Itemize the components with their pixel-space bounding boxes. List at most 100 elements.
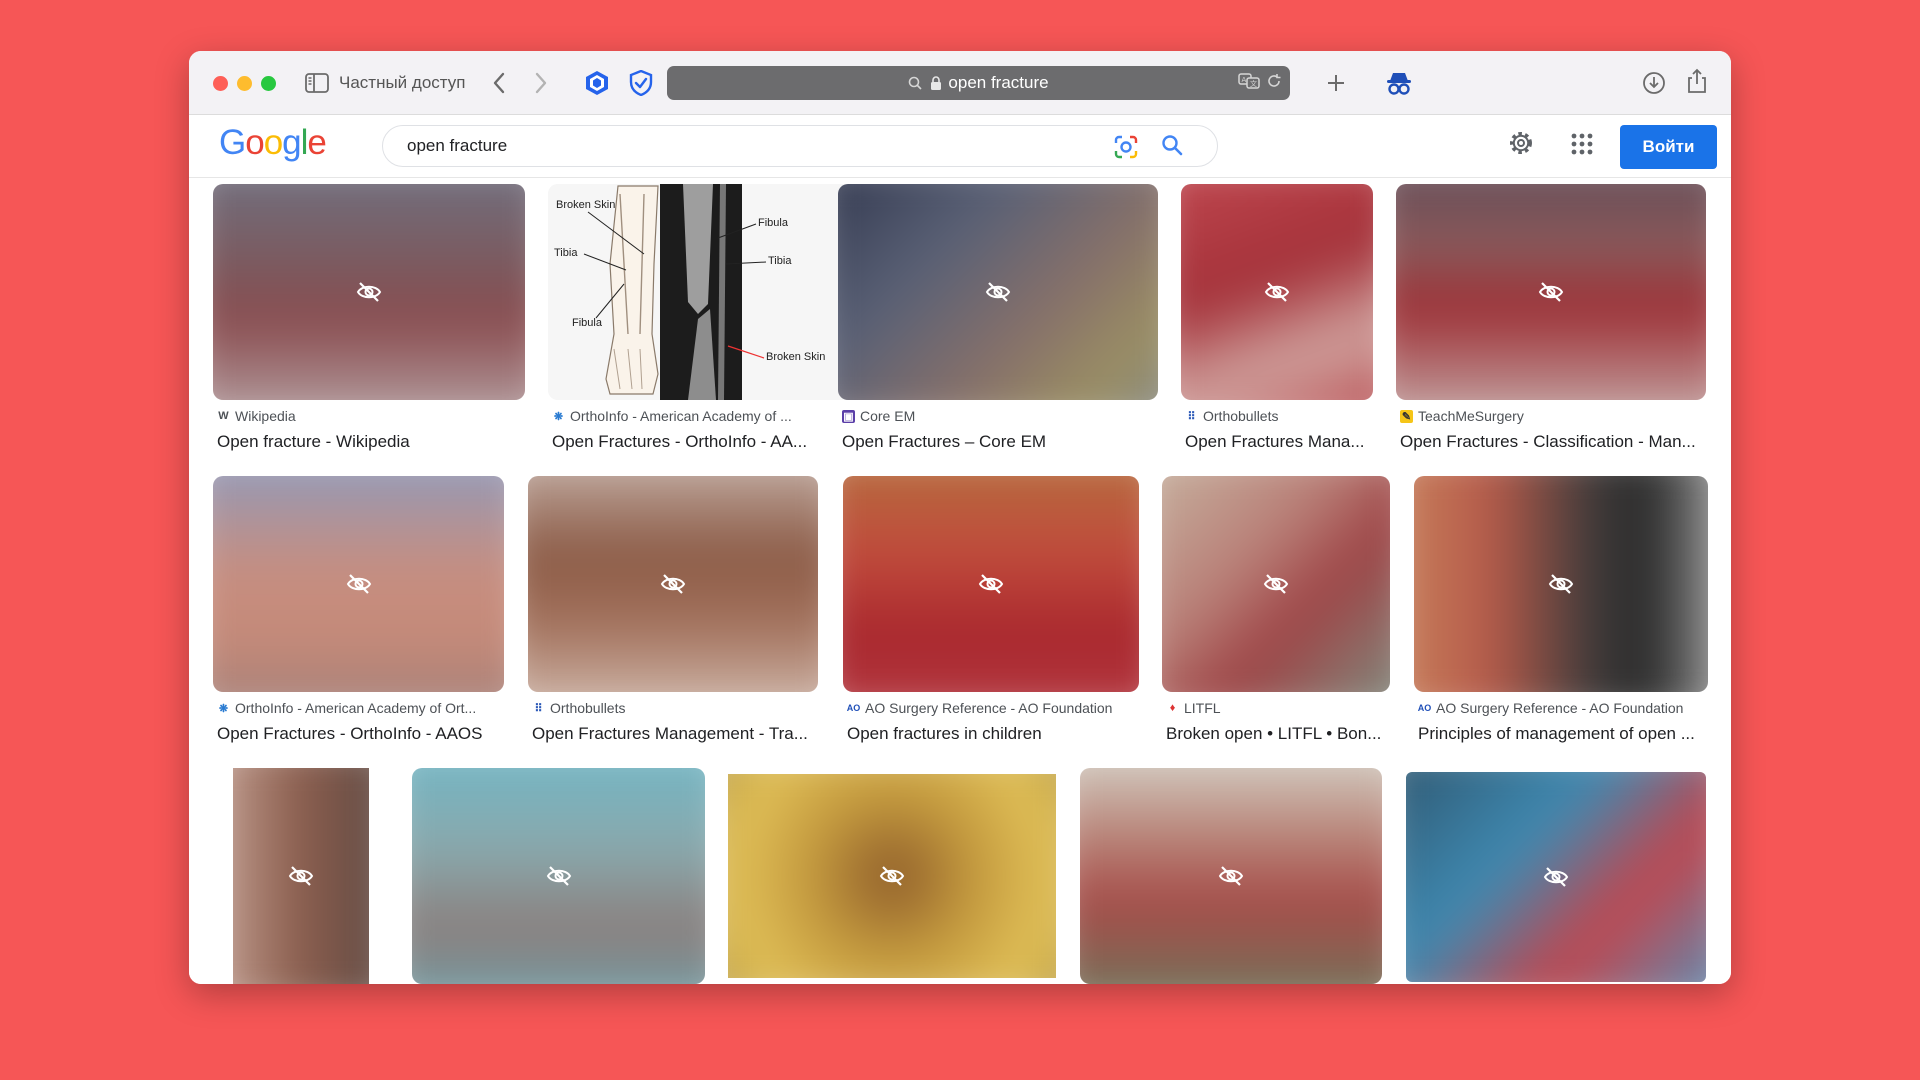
url-text: open fracture [948, 73, 1049, 92]
tibia-fibula-diagram: Broken Skin Tibia Fibula Fibula Tibia Br… [548, 184, 866, 400]
translate-icon[interactable]: A文 [1238, 72, 1260, 95]
settings-gear-icon[interactable] [1507, 129, 1537, 159]
blurred-thumbnail[interactable] [1406, 772, 1706, 982]
hidden-content-icon [660, 574, 686, 594]
zoom-window-button[interactable] [261, 76, 276, 91]
result-title[interactable]: Open Fractures - OrthoInfo - AAOS [217, 724, 502, 744]
result-source[interactable]: ⠿ Orthobullets [532, 700, 816, 716]
image-result-card[interactable]: ❋ OrthoInfo - American Academy of Ort... … [213, 476, 504, 746]
orthoinfo-favicon: ❋ [553, 410, 564, 423]
blurred-thumbnail[interactable] [843, 476, 1139, 692]
coreem-favicon: ▣ [842, 409, 855, 423]
google-apps-grid-icon[interactable] [1570, 132, 1594, 156]
address-bar[interactable]: open fracture A文 [667, 66, 1290, 100]
result-title[interactable]: Principles of management of open ... [1418, 724, 1706, 744]
result-source[interactable]: ⠿ Orthobullets [1185, 408, 1371, 424]
search-query-text: open fracture [407, 136, 508, 155]
image-result-card[interactable]: ▣ Core EM Open Fractures – Core EM [838, 184, 1158, 454]
blurred-thumbnail[interactable] [1414, 476, 1708, 692]
google-lens-icon[interactable] [1113, 134, 1139, 160]
image-result-card[interactable]: ♦ LITFL Broken open • LITFL • Bon... [1162, 476, 1390, 746]
blurred-thumbnail[interactable] [1396, 184, 1706, 400]
google-logo[interactable]: Google [219, 123, 327, 163]
lock-icon [931, 76, 942, 90]
extension-cube-icon[interactable] [582, 68, 612, 98]
forward-button[interactable] [528, 69, 554, 97]
result-source[interactable]: ▣ Core EM [842, 408, 1154, 424]
hidden-content-icon [978, 574, 1004, 594]
close-window-button[interactable] [213, 76, 228, 91]
blurred-thumbnail[interactable] [213, 184, 525, 400]
fracture-diagram-thumbnail[interactable]: Broken Skin Tibia Fibula Fibula Tibia Br… [548, 184, 866, 400]
private-browsing-label: Частный доступ [339, 73, 466, 92]
hidden-content-icon [879, 866, 905, 886]
result-source[interactable]: AO AO Surgery Reference - AO Foundation [1418, 700, 1706, 716]
extension-shield-icon[interactable] [626, 68, 656, 98]
result-title[interactable]: Open fracture - Wikipedia [217, 432, 522, 452]
result-source[interactable]: ✎ TeachMeSurgery [1400, 408, 1704, 424]
hidden-content-icon [1218, 866, 1244, 886]
ao-foundation-favicon: AO [847, 703, 861, 713]
image-result-card[interactable] [412, 768, 705, 984]
browser-window: Частный доступ open fracture A文 Google o… [189, 51, 1731, 984]
back-button[interactable] [486, 69, 512, 97]
blurred-thumbnail[interactable] [1080, 768, 1382, 984]
result-source[interactable]: W Wikipedia [217, 408, 522, 424]
browser-toolbar: Частный доступ open fracture A文 [189, 51, 1731, 115]
incognito-icon[interactable] [1383, 67, 1415, 99]
result-source[interactable]: AO AO Surgery Reference - AO Foundation [847, 700, 1137, 716]
result-title[interactable]: Open Fractures Management - Tra... [532, 724, 816, 744]
minimize-window-button[interactable] [237, 76, 252, 91]
hidden-content-icon [346, 574, 371, 594]
ao-foundation-favicon: AO [1418, 703, 1432, 713]
hidden-content-icon [1548, 574, 1574, 594]
orthobullets-favicon: ⠿ [534, 702, 543, 715]
search-input[interactable]: open fracture [382, 125, 1218, 167]
blurred-thumbnail[interactable] [728, 774, 1056, 978]
image-result-card[interactable]: AO AO Surgery Reference - AO Foundation O… [843, 476, 1139, 746]
blurred-thumbnail[interactable] [1162, 476, 1390, 692]
reload-icon[interactable] [1266, 73, 1282, 94]
result-title[interactable]: Broken open • LITFL • Bon... [1166, 724, 1388, 744]
image-result-card[interactable]: W Wikipedia Open fracture - Wikipedia [213, 184, 525, 454]
image-result-card[interactable]: AO AO Surgery Reference - AO Foundation P… [1414, 476, 1708, 746]
image-result-card[interactable]: ⠿ Orthobullets Open Fractures Mana... [1181, 184, 1373, 454]
blurred-thumbnail[interactable] [838, 184, 1158, 400]
image-result-card[interactable] [728, 774, 1056, 978]
blurred-thumbnail[interactable] [528, 476, 818, 692]
teachmesurgery-favicon: ✎ [1400, 409, 1413, 423]
hidden-content-icon [288, 866, 314, 886]
blurred-thumbnail[interactable] [213, 476, 504, 692]
result-source[interactable]: ♦ LITFL [1166, 700, 1388, 716]
svg-text:文: 文 [1250, 79, 1257, 88]
orthoinfo-favicon: ❋ [218, 702, 229, 715]
blurred-thumbnail[interactable] [233, 768, 369, 984]
sign-in-button[interactable]: Войти [1620, 125, 1717, 169]
sidebar-toggle-icon[interactable] [304, 70, 330, 96]
image-result-card[interactable] [233, 768, 369, 984]
new-tab-plus-icon[interactable] [1321, 68, 1351, 98]
search-submit-icon[interactable] [1161, 134, 1185, 158]
blurred-thumbnail[interactable] [1181, 184, 1373, 400]
image-result-card[interactable] [1080, 768, 1382, 984]
result-title[interactable]: Open Fractures – Core EM [842, 432, 1154, 452]
image-result-card[interactable] [1406, 772, 1706, 982]
result-title[interactable]: Open Fractures Mana... [1185, 432, 1371, 452]
hidden-content-icon [356, 282, 382, 302]
diagram-label: Broken Skin [556, 199, 615, 211]
image-result-card[interactable]: ✎ TeachMeSurgery Open Fractures - Classif… [1396, 184, 1706, 454]
result-title[interactable]: Open Fractures - Classification - Man... [1400, 432, 1704, 452]
result-title[interactable]: Open fractures in children [847, 724, 1137, 744]
image-result-card[interactable]: Broken Skin Tibia Fibula Fibula Tibia Br… [548, 184, 866, 454]
google-header: Google open fracture Войти [189, 115, 1731, 178]
litfl-favicon: ♦ [1169, 702, 1176, 714]
download-icon[interactable] [1639, 68, 1669, 98]
result-source[interactable]: ❋ OrthoInfo - American Academy of Ort... [217, 700, 502, 716]
hidden-content-icon [1543, 867, 1569, 887]
share-icon[interactable] [1682, 65, 1712, 97]
result-source[interactable]: ❋ OrthoInfo - American Academy of ... [552, 408, 864, 424]
image-result-card[interactable]: ⠿ Orthobullets Open Fractures Management … [528, 476, 818, 746]
result-title[interactable]: Open Fractures - OrthoInfo - AA... [552, 432, 862, 452]
blurred-thumbnail[interactable] [412, 768, 705, 984]
image-results-grid: W Wikipedia Open fracture - Wikipedia Bro… [189, 178, 1731, 984]
